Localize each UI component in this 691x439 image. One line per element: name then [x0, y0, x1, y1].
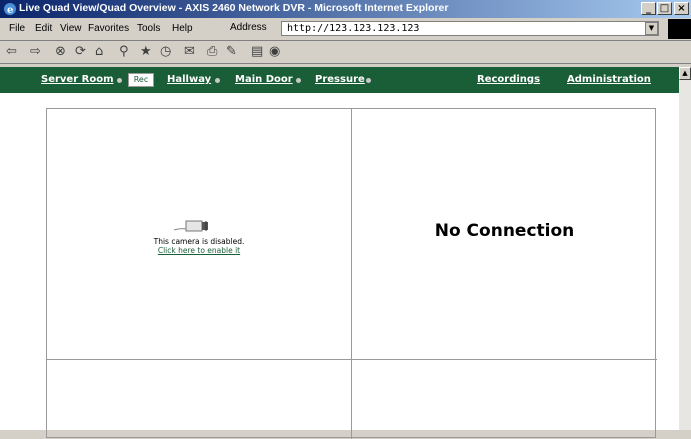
page-content: This camera is disabled. Click here to e… [0, 93, 679, 439]
vertical-scrollbar[interactable]: ▲ [679, 67, 691, 430]
rec-button[interactable]: Rec [128, 73, 154, 87]
minimize-button[interactable]: _ [641, 2, 656, 15]
camera-nav-bar: Server Room Rec Hallway Main Door Pressu… [0, 67, 679, 93]
search-icon[interactable]: ⚲ [119, 44, 129, 59]
internet-explorer-icon: e [4, 3, 16, 16]
nav-server-room[interactable]: Server Room [41, 74, 114, 85]
home-icon[interactable]: ⌂ [95, 44, 103, 59]
browser-toolbar: ⇦ ⇨ ⊗ ⟳ ⌂ ⚲ ★ ◷ ✉ ⎙ ✎ ▤ ◉ [0, 41, 691, 64]
nav-pressure[interactable]: Pressure [315, 74, 365, 85]
status-dot-icon [366, 78, 371, 83]
camera-disabled-text: This camera is disabled. [153, 237, 245, 246]
address-input[interactable]: http://123.123.123.123 [281, 21, 659, 36]
messenger-icon[interactable]: ◉ [269, 44, 280, 59]
scroll-up-icon[interactable]: ▲ [679, 67, 691, 80]
history-icon[interactable]: ◷ [160, 44, 171, 59]
menu-file[interactable]: File [9, 23, 25, 34]
back-icon[interactable]: ⇦ [6, 44, 17, 59]
menu-favorites[interactable]: Favorites [88, 23, 129, 34]
close-button[interactable]: × [674, 2, 689, 15]
menu-tools[interactable]: Tools [137, 23, 160, 34]
refresh-icon[interactable]: ⟳ [75, 44, 86, 59]
no-connection-text: No Connection [434, 221, 575, 241]
nav-main-door[interactable]: Main Door [235, 74, 293, 85]
grid-divider [351, 109, 352, 439]
status-dot-icon [215, 78, 220, 83]
favorites-icon[interactable]: ★ [140, 44, 152, 59]
status-dot-icon [117, 78, 122, 83]
status-dot-icon [296, 78, 301, 83]
grid-divider [47, 359, 657, 360]
address-value: http://123.123.123.123 [287, 23, 420, 34]
svg-text:e: e [7, 5, 13, 16]
windows-logo-icon [668, 19, 691, 39]
mail-icon[interactable]: ✉ [184, 44, 195, 59]
print-icon[interactable]: ⎙ [207, 44, 217, 59]
nav-hallway[interactable]: Hallway [167, 74, 211, 85]
nav-recordings[interactable]: Recordings [477, 74, 540, 85]
enable-camera-link[interactable]: Click here to enable it [47, 246, 351, 255]
maximize-button[interactable]: □ [657, 2, 672, 15]
nav-administration[interactable]: Administration [567, 74, 651, 85]
menu-bar: File Edit View Favorites Tools Help Addr… [0, 18, 691, 41]
address-label: Address [230, 22, 267, 33]
edit-icon[interactable]: ✎ [226, 44, 237, 59]
stop-icon[interactable]: ⊗ [55, 44, 66, 59]
window-titlebar[interactable]: e Live Quad View/Quad Overview - AXIS 24… [0, 0, 691, 18]
disabled-camera-icon [173, 220, 208, 232]
forward-icon[interactable]: ⇨ [30, 44, 41, 59]
menu-help[interactable]: Help [172, 23, 193, 34]
window-title: Live Quad View/Quad Overview - AXIS 2460… [19, 2, 449, 14]
menu-edit[interactable]: Edit [35, 23, 52, 34]
address-dropdown-button[interactable]: ▼ [645, 22, 658, 35]
menu-view[interactable]: View [60, 23, 82, 34]
discuss-icon[interactable]: ▤ [251, 44, 263, 59]
quad-view-grid: This camera is disabled. Click here to e… [46, 108, 657, 439]
